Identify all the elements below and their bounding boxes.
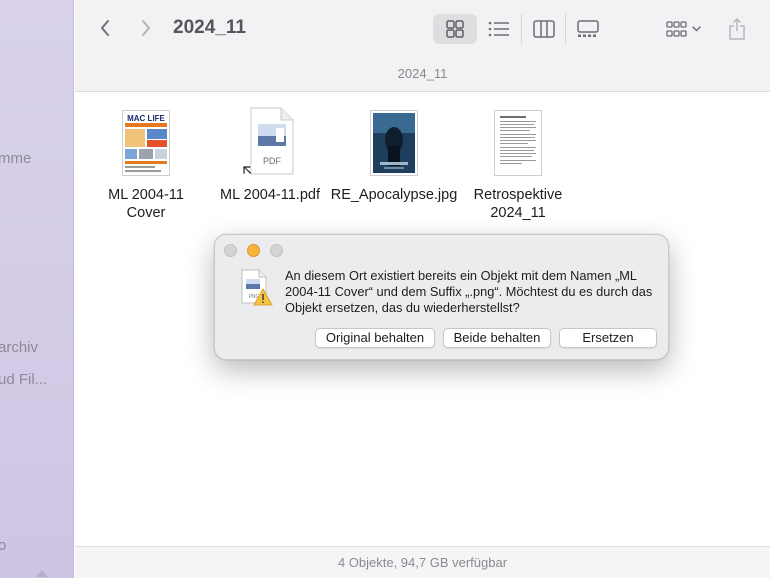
file-item[interactable]: PDF ML 2004-11.pdf: [205, 104, 335, 204]
icon-view-icon: [446, 20, 464, 38]
zoom-window-button[interactable]: [270, 244, 283, 257]
sidebar-scroll-caret-icon: [36, 570, 48, 577]
pdf-thumbnail: PDF: [205, 104, 335, 176]
file-item[interactable]: Retrospektive 2024_11: [453, 104, 583, 222]
file-name: ML 2004-11.pdf: [220, 187, 320, 203]
replace-button[interactable]: Ersetzen: [559, 328, 657, 348]
status-text: 4 Objekte, 94,7 GB verfügbar: [337, 555, 508, 570]
group-by-icon: [666, 21, 701, 37]
chevron-left-icon: [101, 20, 109, 36]
view-mode-switcher: [433, 13, 609, 45]
finder-toolbar: 2024_11 2024_11: [75, 0, 770, 92]
file-name: RE_Apocalypse.jpg: [330, 187, 458, 203]
sidebar: mme archiv ud Fil... o: [0, 0, 74, 578]
keep-original-button[interactable]: Original behalten: [315, 328, 435, 348]
movie-poster-thumbnail: [329, 104, 459, 176]
column-view-icon: [532, 20, 555, 38]
share-button[interactable]: [723, 13, 751, 45]
column-view-button[interactable]: [521, 14, 565, 44]
file-name: Retrospektive 2024_11: [473, 187, 563, 221]
list-view-button[interactable]: [477, 14, 521, 44]
sidebar-item[interactable]: o: [0, 537, 6, 554]
cover-brand-text: MAC LIFE: [127, 114, 165, 123]
gallery-view-button[interactable]: [565, 14, 609, 44]
pdf-type-label: PDF: [263, 156, 282, 166]
forward-button[interactable]: [132, 14, 160, 42]
file-item[interactable]: RE_Apocalypse.jpg: [329, 104, 459, 204]
file-item[interactable]: MAC LIFE ML 2004-11 Cover: [81, 104, 211, 222]
list-view-icon: [488, 21, 509, 37]
minimize-window-button[interactable]: [247, 244, 260, 257]
sidebar-item[interactable]: mme: [0, 150, 31, 167]
sidebar-item[interactable]: ud Fil...: [0, 371, 47, 388]
path-label: 2024_11: [397, 66, 448, 81]
close-window-button[interactable]: [224, 244, 237, 257]
share-icon: [729, 18, 745, 40]
window-title: 2024_11: [173, 17, 246, 38]
back-button[interactable]: [91, 14, 119, 42]
sidebar-item[interactable]: archiv: [0, 339, 38, 356]
group-by-button[interactable]: [659, 13, 709, 45]
file-name: ML 2004-11 Cover: [108, 187, 184, 221]
replace-item-dialog: PNG An diesem Ort existiert bereits ein …: [214, 234, 669, 360]
png-warning-icon: PNG: [239, 269, 273, 307]
gallery-view-icon: [576, 20, 599, 37]
status-bar: 4 Objekte, 94,7 GB verfügbar: [75, 546, 770, 578]
keep-both-button[interactable]: Beide behalten: [443, 328, 551, 348]
icon-view-button[interactable]: [433, 14, 477, 44]
magazine-cover-thumbnail: MAC LIFE: [81, 104, 211, 176]
chevron-right-icon: [142, 20, 150, 36]
dialog-message: An diesem Ort existiert bereits ein Obje…: [285, 268, 653, 315]
text-document-thumbnail: [453, 104, 583, 176]
